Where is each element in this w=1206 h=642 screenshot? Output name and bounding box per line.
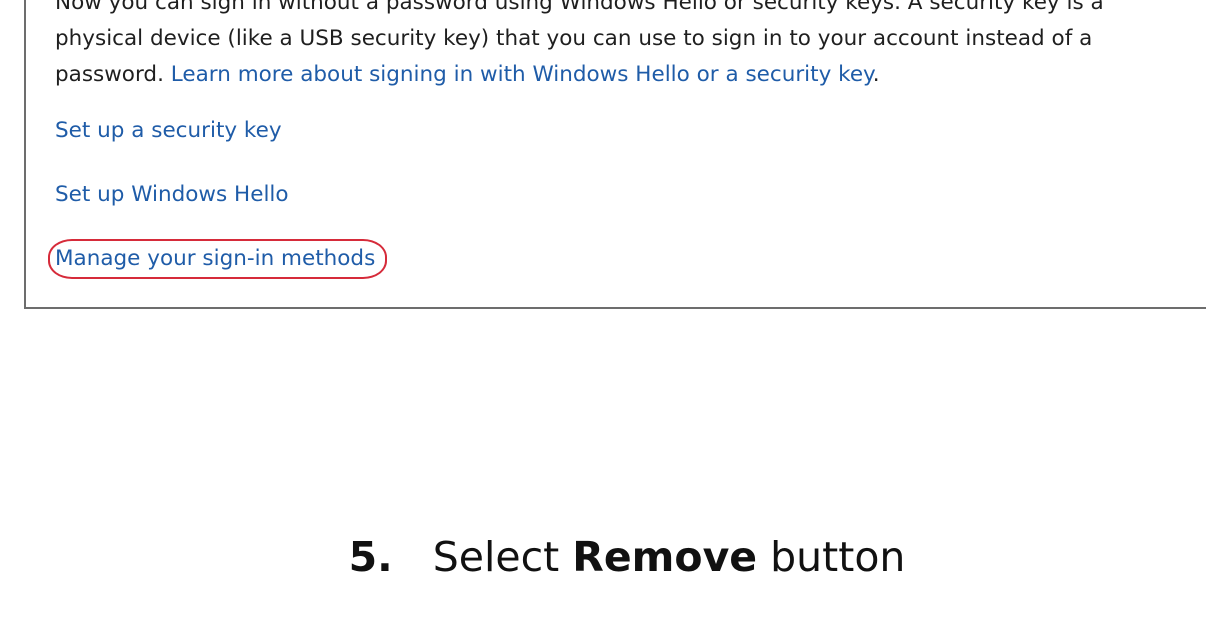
instruction-screenshot-panel: Now you can sign in without a password u… [24, 0, 1206, 309]
step-prefix-text: Select [432, 533, 560, 581]
manage-sign-in-methods-link[interactable]: Manage your sign-in methods [55, 244, 375, 274]
set-up-windows-hello-link[interactable]: Set up Windows Hello [55, 180, 289, 210]
learn-more-period: . [872, 62, 880, 87]
step-bold-button-name: Remove [572, 533, 758, 581]
learn-more-link[interactable]: Learn more about signing in with Windows… [171, 62, 873, 87]
set-up-security-key-link[interactable]: Set up a security key [55, 116, 282, 146]
step-suffix-text: button [770, 533, 906, 581]
step-number: 5. [348, 533, 393, 581]
passwordless-sign-in-description: Now you can sign in without a password u… [55, 0, 1190, 93]
step-instruction: 5. Select Remove button [0, 529, 1206, 585]
